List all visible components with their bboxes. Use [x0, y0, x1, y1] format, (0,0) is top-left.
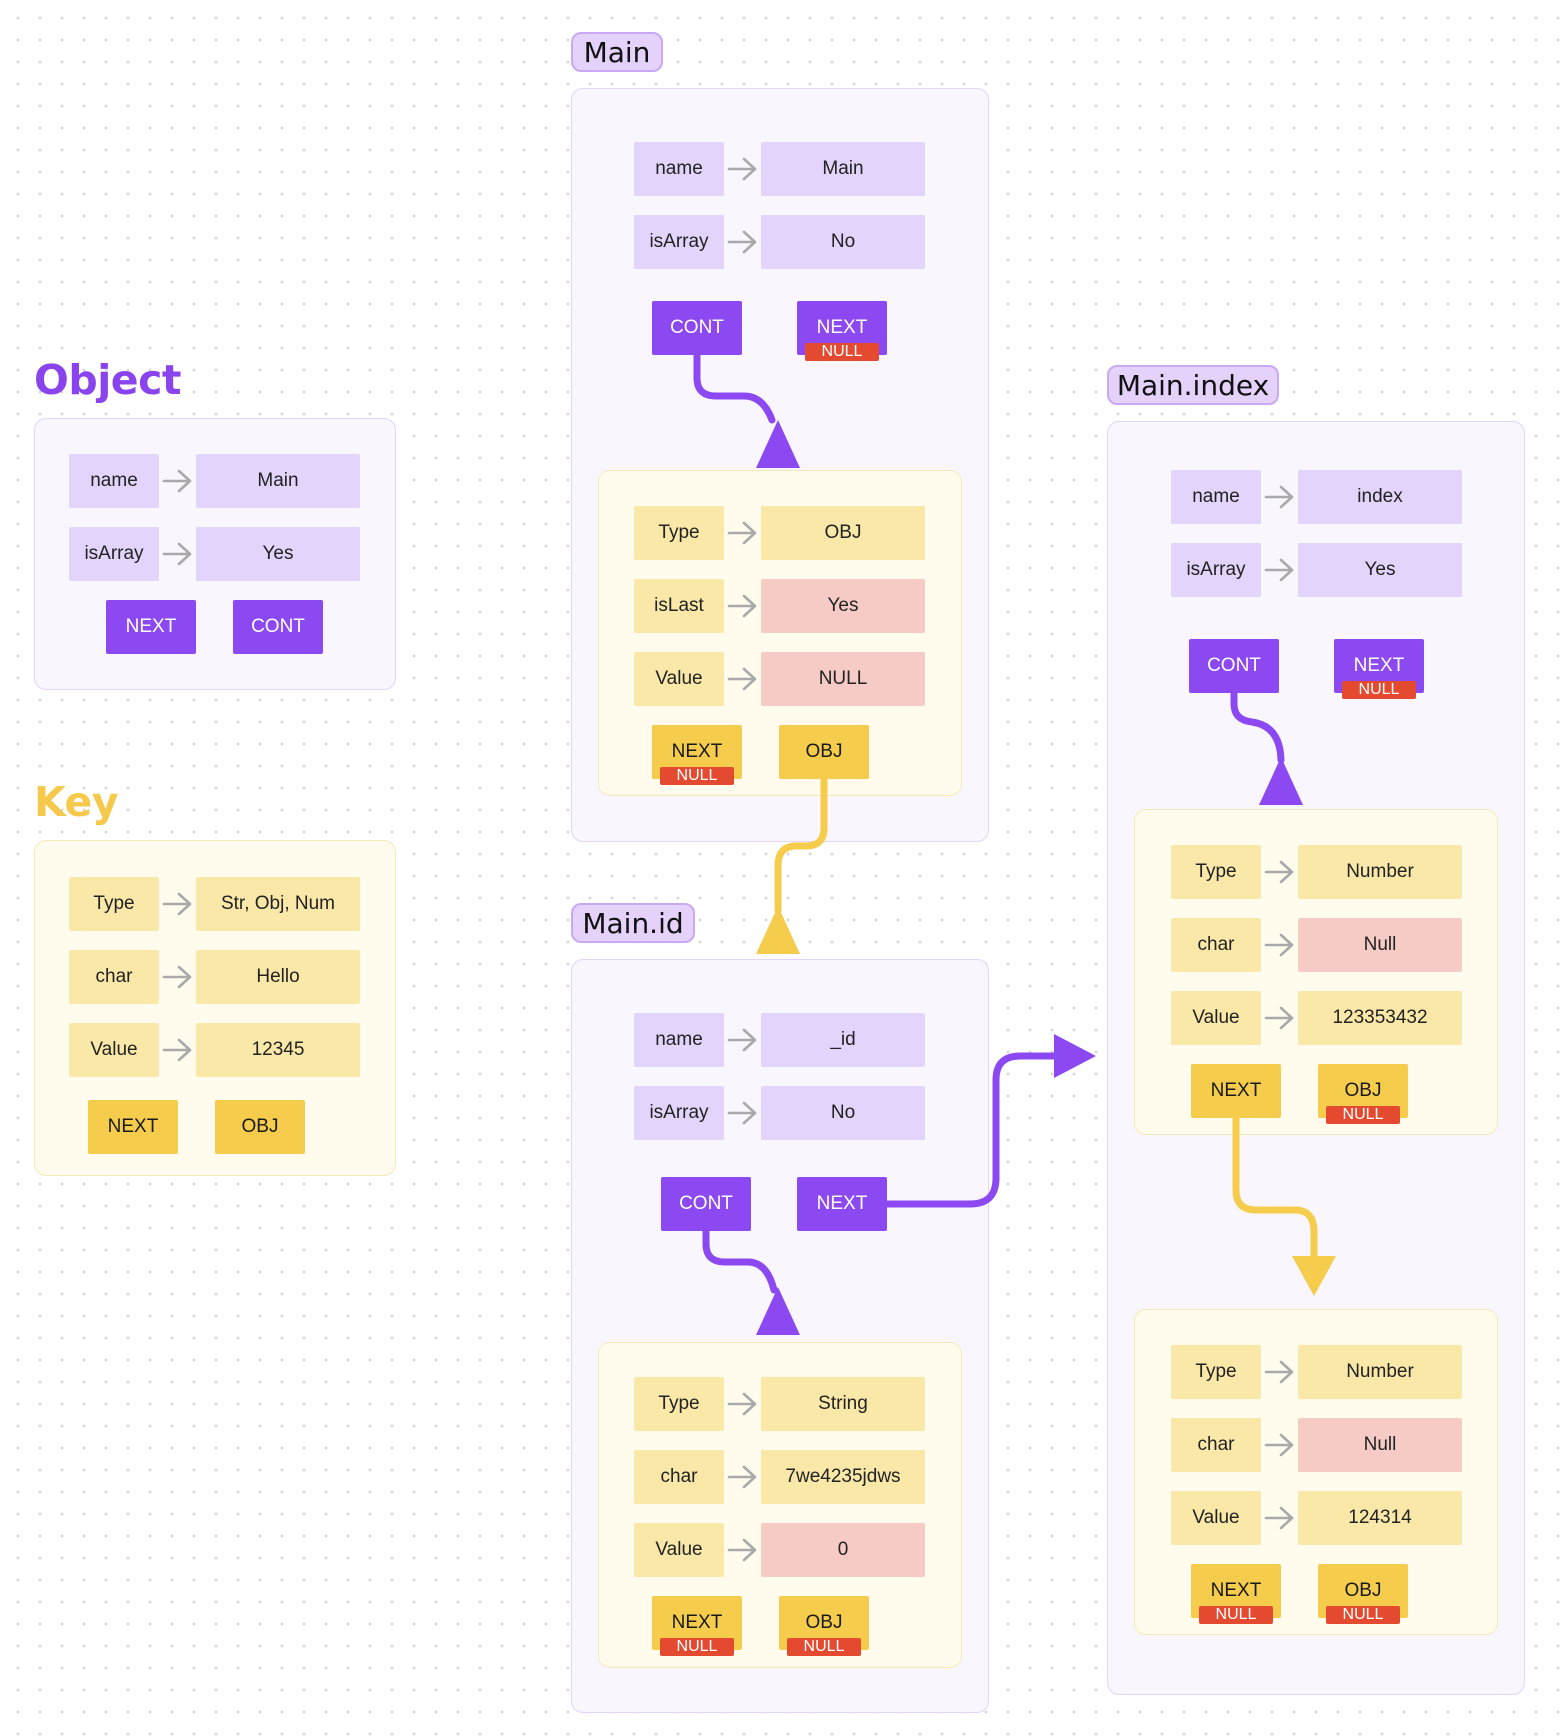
- arrow-up-icon: [1259, 757, 1303, 805]
- cont-connector: [693, 351, 776, 424]
- connectors-layer: [693, 351, 1336, 1335]
- next-connector: [1232, 1114, 1318, 1266]
- next-connector: [883, 1052, 1064, 1208]
- arrow-down-icon: [1292, 1256, 1336, 1296]
- cont-connector: [702, 1227, 778, 1294]
- arrow-right-icon: [1054, 1034, 1096, 1078]
- obj-connector: [774, 775, 828, 914]
- arrow-up-icon: [756, 906, 800, 954]
- arrow-up-icon: [756, 420, 800, 468]
- arrow-up-icon: [756, 1287, 800, 1335]
- cont-connector: [1230, 689, 1285, 764]
